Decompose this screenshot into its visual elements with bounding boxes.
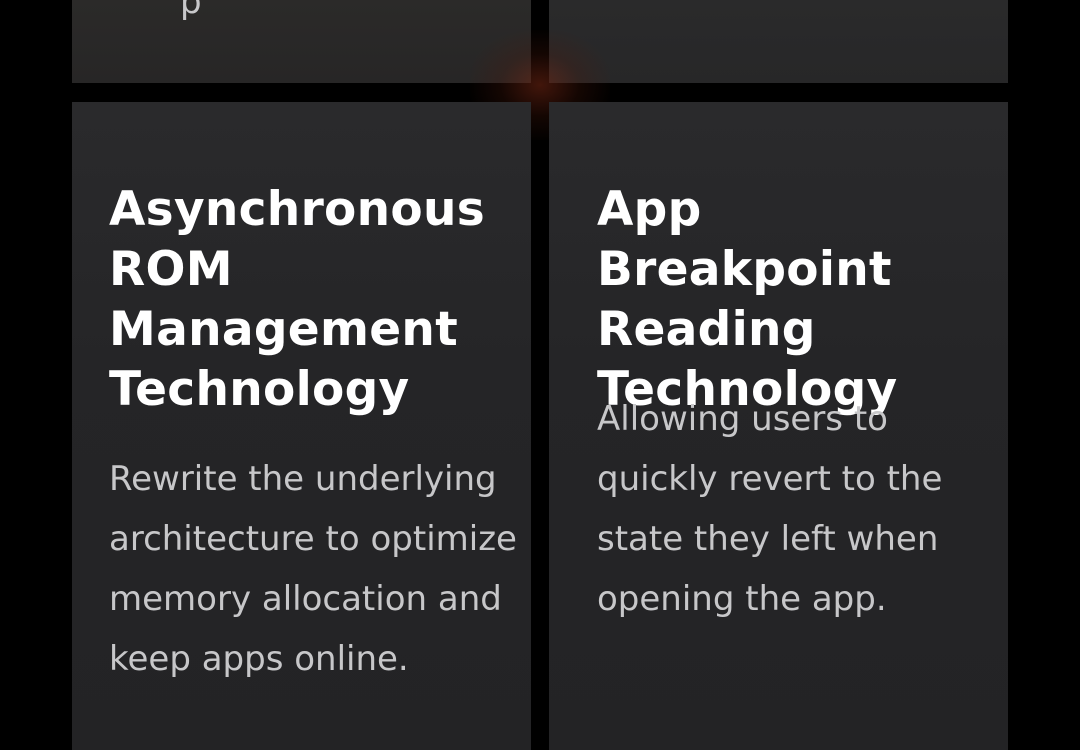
card-description: Allowing users to quickly revert to the …: [597, 399, 943, 619]
card-description: Rewrite the underlying architecture to o…: [109, 459, 517, 679]
card-title: Asynchronous ROM Management Technology: [109, 182, 486, 417]
feature-section: p Asynchronous ROM Management Technology…: [0, 0, 1080, 750]
feature-card-top-right: [549, 0, 1008, 83]
card-text-fragment: p: [180, 0, 202, 22]
card-title: App Breakpoint Reading Technology: [597, 182, 898, 417]
feature-card-async-rom: Asynchronous ROM Management Technology R…: [72, 102, 531, 750]
feature-card-top-left: p: [72, 0, 531, 83]
feature-card-app-breakpoint: App Breakpoint Reading Technology Allowi…: [549, 102, 1008, 750]
